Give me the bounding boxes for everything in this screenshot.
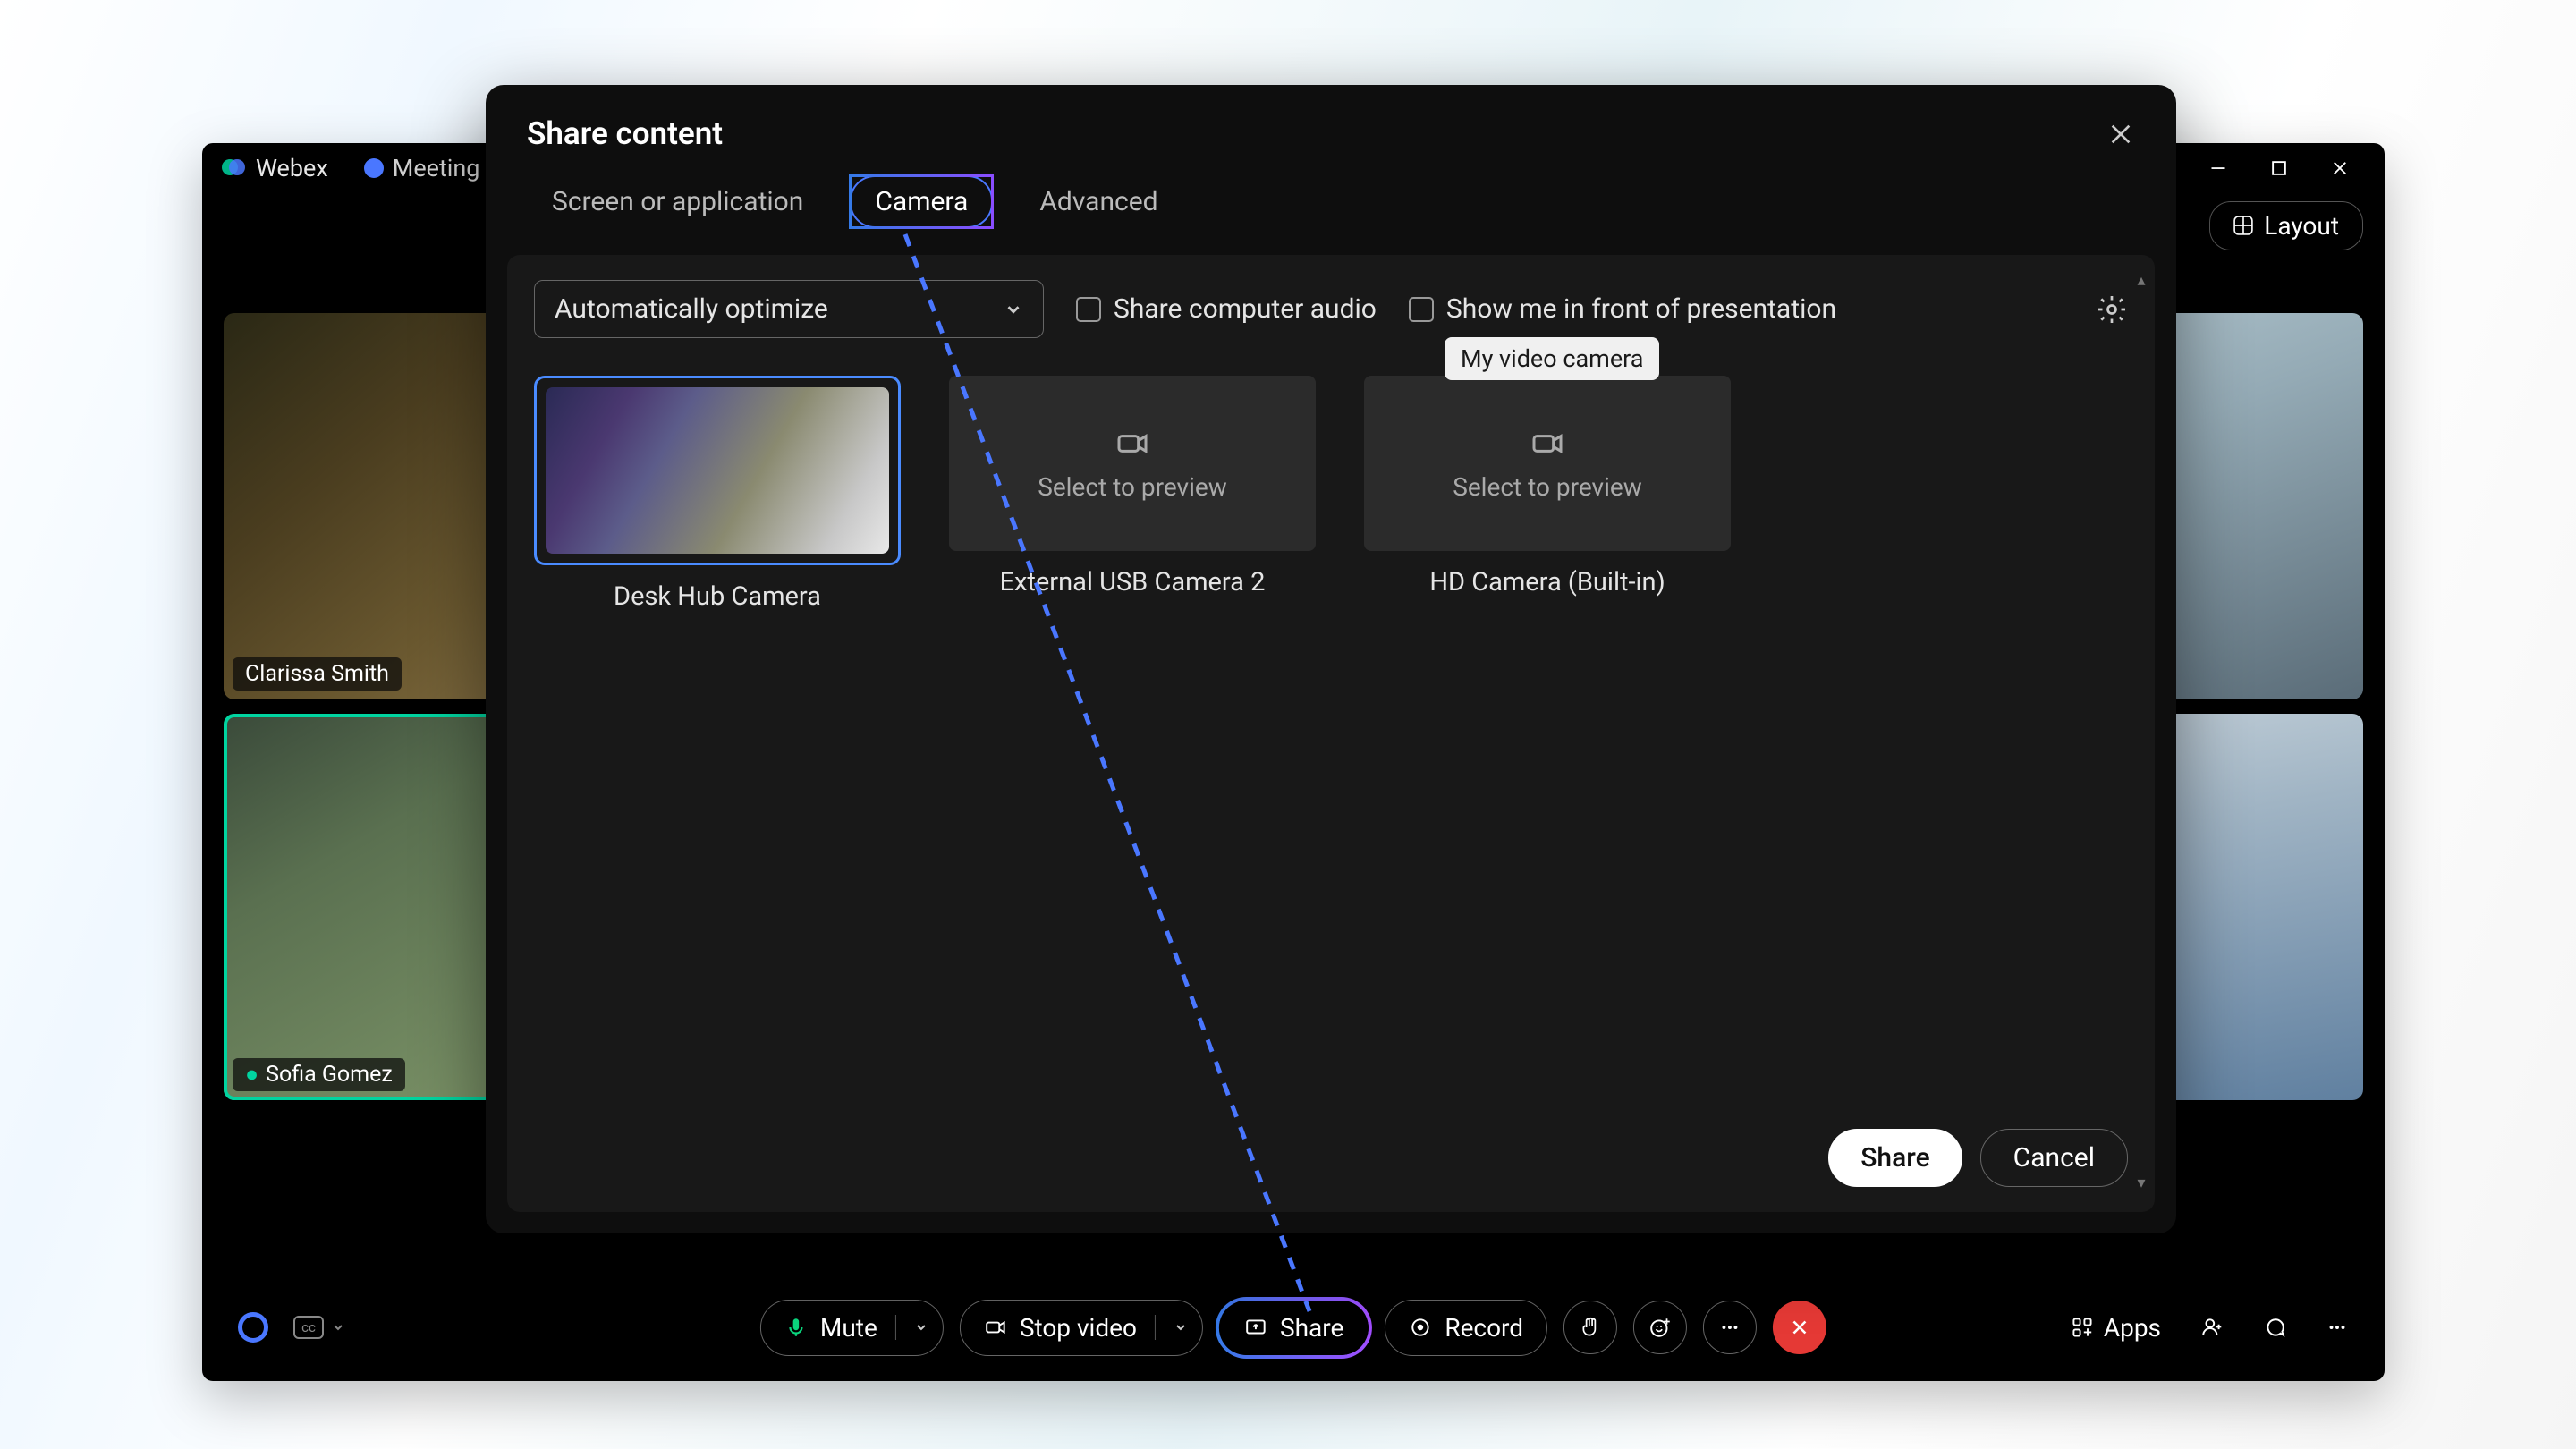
record-icon	[1409, 1316, 1432, 1339]
apps-button[interactable]: Apps	[2072, 1313, 2161, 1343]
camera-icon	[1114, 426, 1150, 462]
chevron-down-icon	[1004, 300, 1023, 319]
camera-label: External USB Camera 2	[949, 567, 1316, 597]
share-label: Share	[1280, 1313, 1343, 1343]
raise-hand-icon	[1579, 1316, 1602, 1339]
participant-name-label: Sofia Gomez	[266, 1062, 393, 1088]
app-name: Webex	[256, 154, 328, 182]
more-button[interactable]	[1703, 1301, 1757, 1354]
show-me-checkbox[interactable]: Show me in front of presentation	[1409, 293, 1836, 325]
participant-name: Clarissa Smith	[233, 657, 402, 691]
share-screen-icon	[1244, 1316, 1267, 1339]
camera-card-external-usb[interactable]: Select to preview External USB Camera 2	[949, 376, 1316, 612]
modal-close-icon[interactable]	[2106, 120, 2135, 148]
controls-left: cc	[238, 1312, 345, 1343]
info-icon	[364, 158, 384, 178]
controls-right: Apps	[2072, 1313, 2349, 1343]
chevron-down-icon[interactable]	[914, 1320, 928, 1335]
camera-label: Desk Hub Camera	[534, 581, 901, 612]
close-icon	[1788, 1316, 1811, 1339]
tab-camera[interactable]: Camera	[850, 175, 993, 228]
camera-icon	[984, 1316, 1007, 1339]
camera-card-desk-hub[interactable]: Desk Hub Camera	[534, 376, 901, 612]
modal-scrollbar[interactable]: ▴ ▾	[2133, 271, 2149, 1192]
scroll-up-icon[interactable]: ▴	[2133, 271, 2149, 290]
camera-preview-placeholder: Select to preview	[1364, 376, 1731, 551]
checkbox-icon	[1409, 297, 1434, 322]
modal-tabs: Screen or application Camera Advanced	[486, 161, 2176, 255]
chevron-down-icon	[331, 1320, 345, 1335]
stop-video-button[interactable]: Stop video	[960, 1300, 1203, 1356]
camera-icon	[1530, 426, 1565, 462]
raise-hand-button[interactable]	[1563, 1301, 1617, 1354]
camera-preview-thumb	[546, 387, 889, 554]
apps-label: Apps	[2104, 1313, 2161, 1343]
record-button[interactable]: Record	[1385, 1300, 1547, 1356]
participants-icon[interactable]	[2200, 1316, 2224, 1339]
camera-list: Desk Hub Camera Select to preview Extern…	[534, 376, 2128, 612]
camera-tooltip: My video camera	[1445, 337, 1659, 380]
chat-icon[interactable]	[2263, 1316, 2286, 1339]
chevron-down-icon[interactable]	[1174, 1320, 1188, 1335]
ellipsis-icon	[1718, 1316, 1741, 1339]
record-label: Record	[1445, 1313, 1523, 1343]
mute-button[interactable]: Mute	[760, 1300, 944, 1356]
maximize-icon[interactable]	[2270, 159, 2288, 177]
meeting-info-label: Meeting i	[393, 154, 492, 182]
reactions-button[interactable]	[1633, 1301, 1687, 1354]
camera-card-hd-builtin[interactable]: Select to preview HD Camera (Built-in)	[1364, 376, 1731, 612]
settings-gear-icon[interactable]	[2096, 293, 2128, 326]
meeting-info-button[interactable]: Meeting i	[364, 154, 492, 182]
assistant-icon[interactable]	[238, 1312, 268, 1343]
captions-button[interactable]: cc	[293, 1316, 345, 1339]
webex-logo-icon	[222, 156, 247, 181]
minimize-icon[interactable]	[2209, 159, 2227, 177]
show-me-label: Show me in front of presentation	[1446, 293, 1836, 325]
layout-label: Layout	[2264, 211, 2339, 241]
controls-center: Mute Stop video Share Record	[760, 1300, 1826, 1356]
share-audio-label: Share computer audio	[1114, 293, 1377, 325]
modal-toolbar: Automatically optimize Share computer au…	[534, 280, 2128, 338]
layout-button[interactable]: Layout	[2209, 201, 2363, 250]
select-to-preview-label: Select to preview	[1453, 472, 1642, 502]
share-button[interactable]: Share	[1219, 1301, 1368, 1355]
checkbox-icon	[1076, 297, 1101, 322]
share-audio-checkbox[interactable]: Share computer audio	[1076, 293, 1377, 325]
tab-advanced[interactable]: Advanced	[1014, 175, 1182, 228]
stop-video-label: Stop video	[1020, 1313, 1137, 1343]
panel-more-icon[interactable]	[2326, 1316, 2349, 1339]
modal-cancel-button[interactable]: Cancel	[1980, 1129, 2128, 1187]
modal-title: Share content	[527, 115, 723, 152]
modal-footer: Share Cancel	[534, 1120, 2128, 1187]
share-content-modal: Share content Screen or application Came…	[486, 85, 2176, 1233]
microphone-on-icon: ●	[245, 1062, 258, 1088]
microphone-icon	[784, 1316, 808, 1339]
modal-header: Share content	[486, 85, 2176, 161]
camera-label: HD Camera (Built-in)	[1364, 567, 1731, 597]
optimize-dropdown-value: Automatically optimize	[555, 293, 828, 325]
leave-meeting-button[interactable]	[1773, 1301, 1826, 1354]
apps-grid-icon	[2072, 1317, 2093, 1338]
layout-grid-icon	[2233, 216, 2253, 235]
close-icon[interactable]	[2331, 159, 2349, 177]
tab-screen-or-application[interactable]: Screen or application	[527, 175, 828, 228]
mute-label: Mute	[820, 1313, 877, 1343]
closed-caption-icon: cc	[293, 1316, 324, 1339]
window-controls	[2209, 159, 2374, 177]
scroll-down-icon[interactable]: ▾	[2133, 1174, 2149, 1192]
select-to-preview-label: Select to preview	[1038, 472, 1227, 502]
optimize-dropdown[interactable]: Automatically optimize	[534, 280, 1044, 338]
control-bar: cc Mute Stop video Share	[202, 1274, 2385, 1381]
camera-preview-placeholder: Select to preview	[949, 376, 1316, 551]
smile-plus-icon	[1648, 1316, 1672, 1339]
participant-name: ● Sofia Gomez	[233, 1058, 405, 1091]
modal-body: Automatically optimize Share computer au…	[507, 255, 2155, 1212]
modal-share-button[interactable]: Share	[1828, 1129, 1962, 1187]
